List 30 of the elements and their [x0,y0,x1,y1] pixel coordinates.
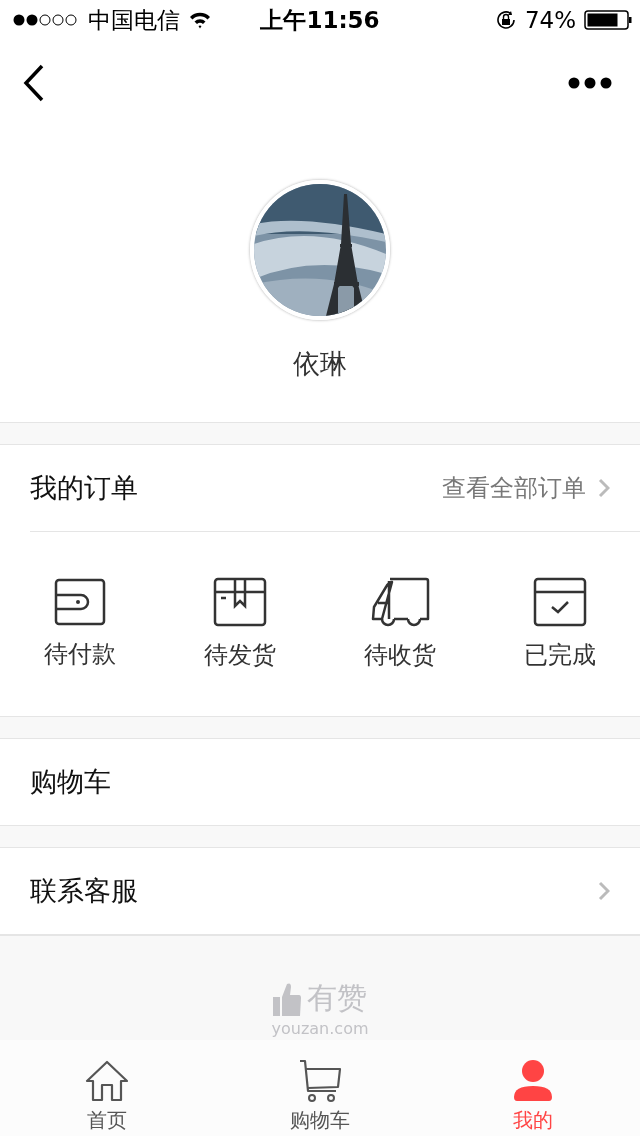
order-status-item[interactable]: 待付款 [0,578,160,670]
user-icon [513,1059,554,1103]
order-status-item[interactable]: 待收货 [320,577,480,671]
view-all-orders-link[interactable]: 查看全部订单 [442,472,610,504]
chevron-icon [598,881,610,901]
signal-icon [12,13,80,27]
box-icon [213,577,267,627]
battery-percent: 74% [524,7,576,33]
check-calendar-icon [533,577,587,627]
more-icon[interactable] [568,76,612,89]
chevron-icon [598,478,610,498]
tab-item[interactable]: 购物车 [213,1040,427,1136]
back-icon[interactable] [22,63,46,102]
battery-icon [584,10,632,30]
thumbs-up-icon [273,981,301,1016]
order-status-item[interactable]: 已完成 [480,577,640,671]
rotation-lock-icon [494,9,517,31]
tab-item[interactable]: 首页 [0,1040,214,1136]
home-icon [84,1059,129,1103]
cart-icon [298,1059,342,1103]
section-title: 我的订单 [30,471,138,505]
menu-row[interactable]: 联系客服 [0,847,640,935]
status-time: 上午11:56 [260,5,380,35]
order-status-item[interactable]: 待发货 [160,577,320,671]
wallet-icon [54,578,106,626]
user-name: 依琳 [293,347,347,381]
truck-icon [370,577,430,627]
wifi-icon [188,11,212,29]
carrier-name: 中国电信 [88,5,180,35]
menu-row[interactable]: 购物车 [0,738,640,826]
